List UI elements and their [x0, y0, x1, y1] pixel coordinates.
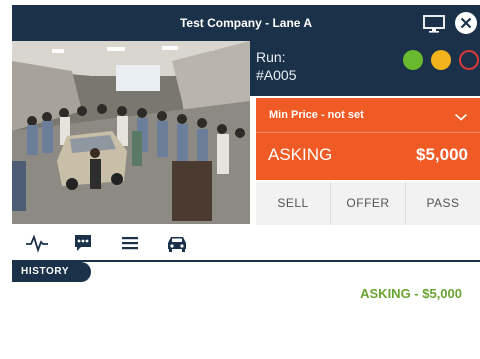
- pulse-icon[interactable]: [24, 232, 50, 254]
- action-bar: SELL OFFER PASS: [256, 182, 480, 225]
- run-label: Run:: [256, 49, 286, 65]
- sell-button[interactable]: SELL: [256, 182, 331, 225]
- menu-icon[interactable]: [117, 232, 143, 254]
- close-icon: [460, 17, 472, 29]
- car-icon[interactable]: [164, 232, 190, 254]
- status-light-red[interactable]: [459, 50, 479, 70]
- chevron-down-icon[interactable]: [454, 109, 468, 127]
- close-button[interactable]: [455, 12, 477, 34]
- lane-camera-feed: [12, 41, 250, 224]
- run-number: #A005: [256, 67, 297, 83]
- window-title: Test Company - Lane A: [179, 16, 313, 30]
- title-bar: Test Company - Lane A: [12, 5, 480, 41]
- price-divider: [256, 132, 480, 133]
- status-light-yellow[interactable]: [431, 50, 451, 70]
- offer-button[interactable]: OFFER: [331, 182, 406, 225]
- price-panel: Min Price - not set ASKING $5,000: [256, 98, 480, 180]
- asking-label: ASKING: [268, 145, 333, 164]
- monitor-icon[interactable]: [422, 15, 446, 33]
- history-tab[interactable]: HISTORY: [12, 262, 91, 282]
- tab-bar: [12, 226, 202, 260]
- run-panel: Run: #A005: [250, 41, 480, 96]
- min-price-dropdown[interactable]: Min Price - not set: [269, 109, 364, 121]
- chat-icon[interactable]: [70, 232, 96, 254]
- history-entry: ASKING - $5,000: [360, 286, 462, 301]
- status-light-green[interactable]: [403, 50, 423, 70]
- pass-button[interactable]: PASS: [406, 182, 480, 225]
- asking-value: $5,000: [416, 145, 468, 164]
